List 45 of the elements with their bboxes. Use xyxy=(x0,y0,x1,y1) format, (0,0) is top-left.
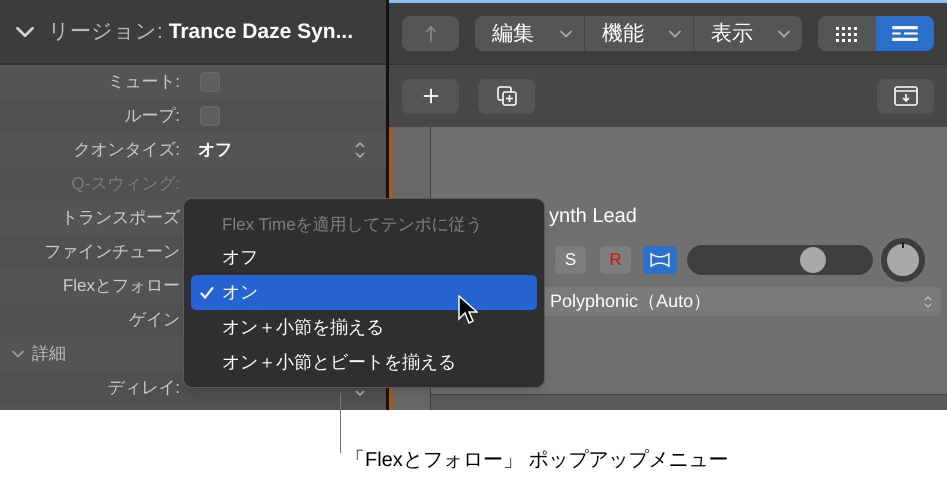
popup-value[interactable]: オフ xyxy=(198,137,232,163)
field-label: トランスポーズ xyxy=(61,207,180,230)
stepper-icon[interactable] xyxy=(354,140,366,160)
download-icon xyxy=(894,86,918,106)
add-button[interactable] xyxy=(402,78,459,114)
flex-icon xyxy=(649,252,671,268)
slider-thumb[interactable] xyxy=(800,247,826,273)
track-name: ynth Lead xyxy=(548,204,638,229)
field-label: ゲイン xyxy=(129,309,180,332)
inspector-title: リージョン: Trance Daze Syn... xyxy=(48,18,354,45)
stepper-icon xyxy=(923,294,933,310)
mouse-pointer-icon xyxy=(458,295,478,325)
duplicate-button[interactable] xyxy=(478,78,535,114)
checkbox[interactable] xyxy=(200,106,220,126)
field-label: ミュート: xyxy=(107,71,180,94)
flex-button[interactable] xyxy=(643,246,677,274)
field-label: ファインチューン xyxy=(44,241,180,264)
field-label: クオンタイズ: xyxy=(73,139,180,162)
menu-item[interactable]: オン xyxy=(191,275,537,310)
view-toggle[interactable] xyxy=(876,16,934,51)
field-label: Flexとフォロー xyxy=(62,275,180,298)
plus-icon xyxy=(422,87,440,105)
chevron-icon xyxy=(560,30,572,38)
callout-caption: 「Flexとフォロー」 ポップアップメニュー xyxy=(345,448,728,473)
duplicate-icon xyxy=(496,85,518,107)
chevron-icon xyxy=(778,30,790,38)
solo-button[interactable]: S xyxy=(555,246,586,274)
menu-item[interactable]: オン＋小節とビートを揃える xyxy=(191,345,537,380)
leader-line xyxy=(340,393,341,453)
menu-button[interactable]: 表示 xyxy=(693,16,802,51)
pan-knob[interactable] xyxy=(881,238,925,282)
back-button[interactable] xyxy=(402,16,459,51)
download-button[interactable] xyxy=(877,78,934,114)
section-label[interactable]: 詳細 xyxy=(32,341,66,367)
menu-button[interactable]: 編集 xyxy=(475,16,584,51)
menu-header: Flex Timeを適用してテンポに従う xyxy=(221,214,484,236)
grid-icon xyxy=(835,26,859,42)
menu-item[interactable]: オフ xyxy=(191,240,537,275)
list-icon xyxy=(892,25,918,42)
field-label: ディレイ: xyxy=(107,377,180,400)
volume-slider[interactable] xyxy=(687,245,873,275)
menu-button[interactable]: 機能 xyxy=(584,16,693,51)
field-label: ループ: xyxy=(124,105,180,128)
chevron-icon xyxy=(669,30,681,38)
checkmark-icon xyxy=(200,286,214,300)
